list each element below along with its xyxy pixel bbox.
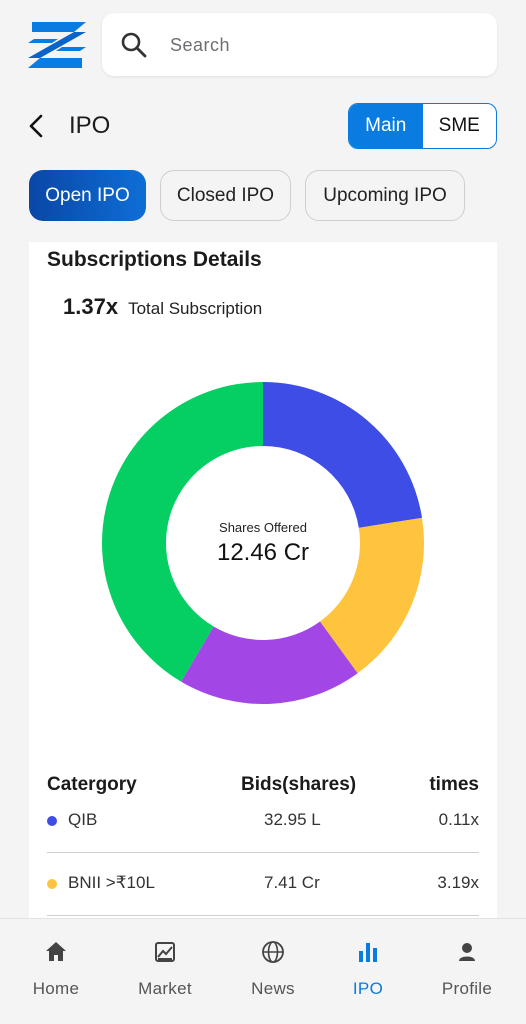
subscription-card: Subscriptions Details 1.37x Total Subscr… [29, 242, 497, 932]
tab-open-ipo[interactable]: Open IPO [29, 170, 146, 221]
shares-offered-label: Shares Offered [219, 520, 307, 535]
market-icon [155, 942, 175, 962]
total-subscription: 1.37x Total Subscription [63, 294, 262, 320]
top-bar [0, 0, 526, 95]
total-subscription-label: Total Subscription [128, 299, 263, 318]
nav-ipo[interactable]: IPO [323, 939, 413, 999]
subscription-title: Subscriptions Details [47, 248, 262, 271]
tab-upcoming-ipo[interactable]: Upcoming IPO [305, 170, 465, 221]
table-row[interactable]: QIB 32.95 L 0.11x [47, 810, 479, 850]
nav-home[interactable]: Home [11, 939, 101, 999]
nav-news[interactable]: News [228, 939, 318, 999]
nav-market-label: Market [138, 979, 192, 998]
search-icon [121, 32, 147, 58]
title-bar: IPO Main SME [0, 100, 526, 154]
nav-market[interactable]: Market [120, 939, 210, 999]
bottom-navigation: Home Market News IPO Profile [0, 918, 526, 1024]
back-arrow-icon[interactable] [22, 111, 52, 141]
row-divider [47, 915, 479, 916]
legend-dot [47, 879, 57, 889]
home-icon [46, 942, 66, 961]
nav-profile[interactable]: Profile [422, 939, 512, 999]
row-times: 0.11x [438, 810, 479, 829]
row-category: BNII >₹10L [68, 873, 155, 892]
header-category: Catergory [47, 774, 137, 795]
table-row[interactable]: BNII >₹10L 7.41 Cr 3.19x [47, 873, 479, 913]
row-times: 3.19x [437, 873, 479, 892]
shares-offered-value: 12.46 Cr [216, 539, 310, 566]
row-divider [47, 852, 479, 853]
page-title: IPO [69, 112, 111, 139]
bar-chart-icon [359, 943, 377, 962]
header-bids: Bids(shares) [241, 774, 357, 795]
search-bar[interactable] [102, 13, 497, 76]
row-bids: 7.41 Cr [264, 873, 320, 892]
nav-profile-label: Profile [441, 979, 493, 998]
nav-home-label: Home [32, 979, 80, 998]
profile-icon [459, 943, 475, 961]
table-header: Catergory Bids(shares) times [47, 774, 479, 802]
donut-slice-1[interactable] [263, 382, 423, 528]
globe-icon [262, 941, 284, 963]
search-input[interactable] [170, 27, 480, 63]
header-times: times [429, 774, 479, 795]
total-subscription-value: 1.37x [63, 294, 119, 319]
nav-news-label: News [251, 979, 295, 998]
app-logo-icon[interactable] [28, 22, 86, 68]
tab-closed-ipo[interactable]: Closed IPO [160, 170, 291, 221]
segment-main-button[interactable]: Main [349, 104, 423, 148]
ipo-filter-tabs: Open IPO Closed IPO Upcoming IPO [0, 170, 526, 222]
nav-ipo-label: IPO [352, 979, 384, 998]
row-category: QIB [68, 810, 98, 829]
market-segment-toggle: Main SME [348, 103, 497, 149]
row-bids: 32.95 L [264, 810, 321, 829]
segment-sme-button[interactable]: SME [423, 104, 497, 148]
legend-dot [47, 816, 57, 826]
